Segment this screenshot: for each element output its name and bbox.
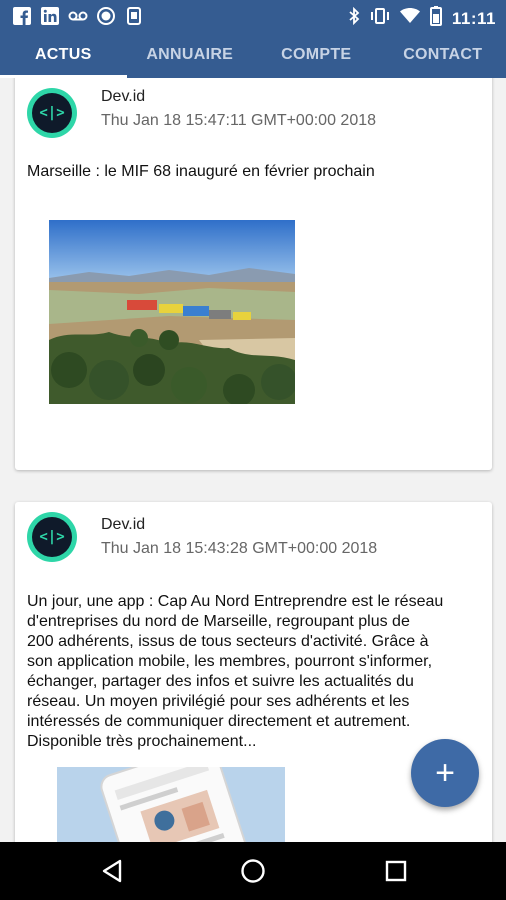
system-icons: 11:11 (348, 6, 496, 31)
avatar-logo: <|> (32, 517, 72, 557)
landscape-photo (49, 220, 295, 404)
post-text-line: intéressés de communiquer directement et… (27, 713, 411, 730)
tab-bar: ACTUS ANNUAIRE COMPTE CONTACT (0, 32, 506, 78)
vibrate-icon (370, 7, 390, 30)
add-button[interactable]: + (411, 739, 479, 807)
tab-annuaire[interactable]: ANNUAIRE (127, 32, 254, 78)
news-card[interactable]: <|> Dev.id Thu Jan 18 15:47:11 GMT+00:00… (15, 78, 492, 470)
voicemail-icon (68, 6, 88, 26)
tab-actus[interactable]: ACTUS (0, 32, 127, 78)
post-text-line: échanger, partager des infos et suivre l… (27, 673, 414, 690)
system-nav-bar (0, 842, 506, 900)
post-text-line: Un jour, une app : Cap Au Nord Entrepren… (27, 593, 444, 610)
avatar-logo: <|> (32, 93, 72, 133)
post-date: Thu Jan 18 15:43:28 GMT+00:00 2018 (101, 540, 378, 557)
linkedin-icon (40, 6, 60, 26)
tab-compte[interactable]: COMPTE (253, 32, 380, 78)
post-text-line: Disponible très prochainement... (27, 733, 257, 750)
add-icon: + (435, 753, 455, 792)
home-button[interactable] (223, 842, 283, 900)
post-text-line: son application mobile, les membres, pou… (27, 653, 433, 670)
wifi-icon (399, 8, 420, 29)
post-image[interactable] (57, 767, 285, 842)
app-mockup-photo (57, 767, 285, 842)
post-image[interactable] (49, 220, 295, 404)
notification-icons (12, 6, 144, 26)
post-text-line: 200 adhérents, issus de tous secteurs d'… (27, 633, 429, 650)
clock: 11:11 (451, 8, 496, 28)
post-text-line: d'entreprises du nord de Marseille, regr… (27, 613, 410, 630)
device-icon (124, 6, 144, 26)
recents-icon (385, 860, 407, 882)
post-text: Marseille : le MIF 68 inauguré en févrie… (27, 163, 375, 180)
recents-button[interactable] (366, 842, 426, 900)
post-author: Dev.id (101, 516, 146, 533)
post-author: Dev.id (101, 88, 146, 105)
back-icon (102, 859, 122, 883)
post-text-line: réseau. Un moyen privilégié pour ses adh… (27, 693, 410, 710)
avatar: <|> (27, 512, 77, 562)
news-feed[interactable]: <|> Dev.id Thu Jan 18 15:47:11 GMT+00:00… (0, 78, 506, 842)
home-icon (241, 859, 265, 883)
back-button[interactable] (82, 842, 142, 900)
post-text: Un jour, une app : Cap Au Nord Entrepren… (27, 592, 480, 752)
status-bar: 11:11 (0, 0, 506, 32)
avatar: <|> (27, 88, 77, 138)
battery-icon (429, 6, 442, 31)
record-icon (96, 6, 116, 26)
facebook-icon (12, 6, 32, 26)
post-date: Thu Jan 18 15:47:11 GMT+00:00 2018 (101, 112, 377, 129)
bluetooth-icon (348, 6, 360, 30)
tab-contact[interactable]: CONTACT (380, 32, 506, 78)
